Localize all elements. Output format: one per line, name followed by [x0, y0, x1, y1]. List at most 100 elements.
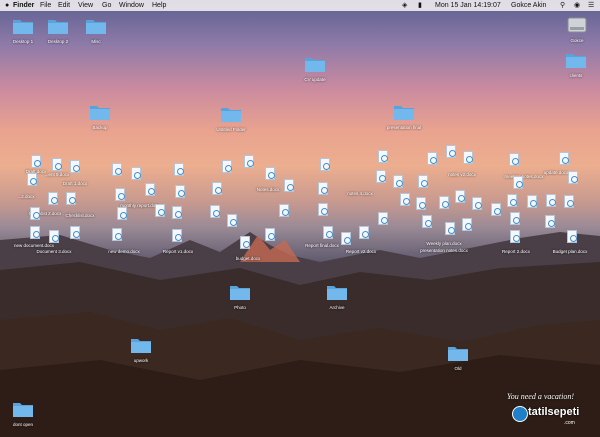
notification-icon[interactable]: ☰ — [588, 0, 594, 11]
document-icon[interactable] — [564, 195, 574, 208]
document-icon[interactable] — [52, 158, 62, 171]
document-icon[interactable] — [131, 167, 141, 180]
document-icon[interactable] — [265, 167, 275, 180]
document-icon[interactable] — [418, 175, 428, 188]
document-icon[interactable] — [567, 230, 577, 243]
document-icon[interactable] — [400, 193, 410, 206]
document-icon[interactable] — [462, 218, 472, 231]
document-icon[interactable] — [463, 151, 473, 164]
document-label: Report final.docx — [305, 243, 339, 248]
hard-disk-icon — [567, 17, 587, 33]
document-icon[interactable] — [445, 222, 455, 235]
document-icon[interactable] — [559, 152, 569, 165]
document-icon[interactable] — [510, 212, 520, 225]
document-icon[interactable] — [341, 232, 351, 245]
document-icon[interactable] — [509, 153, 519, 166]
document-icon[interactable] — [145, 183, 155, 196]
document-icon[interactable] — [446, 145, 456, 158]
document-icon[interactable] — [507, 194, 517, 207]
menu-help[interactable]: Help — [152, 0, 166, 11]
document-icon[interactable] — [318, 182, 328, 195]
document-icon[interactable] — [49, 230, 59, 243]
folder-icon — [394, 106, 414, 120]
document-icon[interactable] — [422, 215, 432, 228]
apple-menu-icon[interactable]: ● — [5, 0, 9, 11]
tatilsepeti-watermark: You need a vacation! tatilsepeti .com — [500, 390, 600, 437]
document-icon[interactable] — [527, 195, 537, 208]
document-icon[interactable] — [323, 226, 333, 239]
siri-icon[interactable]: ◉ — [574, 0, 580, 11]
document-icon[interactable] — [30, 226, 40, 239]
document-icon[interactable] — [545, 215, 555, 228]
document-icon[interactable] — [376, 170, 386, 183]
document-icon[interactable] — [222, 160, 232, 173]
folder-icon — [448, 347, 468, 361]
menu-go[interactable]: Go — [102, 0, 111, 11]
folder-icon — [327, 286, 347, 300]
document-icon[interactable] — [568, 171, 578, 184]
menu-edit[interactable]: Edit — [58, 0, 70, 11]
wifi-icon[interactable]: ◈ — [402, 0, 407, 11]
document-icon[interactable] — [265, 228, 275, 241]
document-icon[interactable] — [27, 173, 37, 186]
folder-icon — [86, 20, 106, 34]
document-icon[interactable] — [427, 152, 437, 165]
document-label: notes v2.docx — [448, 172, 476, 177]
document-icon[interactable] — [513, 176, 523, 189]
document-icon[interactable] — [155, 204, 165, 217]
document-icon[interactable] — [279, 204, 289, 217]
document-icon[interactable] — [112, 228, 122, 241]
document-icon[interactable] — [117, 207, 127, 220]
document-icon[interactable] — [70, 160, 80, 173]
document-icon[interactable] — [244, 155, 254, 168]
menu-bar: ● Finder File Edit View Go Window Help ◈… — [0, 0, 600, 11]
document-icon[interactable] — [240, 236, 250, 249]
document-icon[interactable] — [284, 179, 294, 192]
document-icon[interactable] — [172, 229, 182, 242]
document-icon[interactable] — [510, 230, 520, 243]
document-label: Budget plan.docx — [552, 249, 588, 254]
menu-app-finder[interactable]: Finder — [13, 0, 34, 11]
menu-file[interactable]: File — [40, 0, 51, 11]
menu-window[interactable]: Window — [119, 0, 144, 11]
document-label: update.docx — [543, 170, 569, 175]
battery-icon[interactable]: ▮ — [418, 0, 422, 11]
document-label: Draft 1.docx — [62, 181, 88, 186]
document-label: Weekly plan.docx — [426, 241, 462, 246]
document-icon[interactable] — [416, 197, 426, 210]
clock[interactable]: Mon 15 Jan 14:19:07 — [435, 0, 501, 11]
document-icon[interactable] — [227, 214, 237, 227]
document-label: presentation notes.docx — [420, 248, 468, 253]
document-icon[interactable] — [393, 175, 403, 188]
document-label: notes 4.docx — [347, 191, 373, 196]
document-icon[interactable] — [112, 163, 122, 176]
document-icon[interactable] — [174, 163, 184, 176]
document-icon[interactable] — [546, 194, 556, 207]
document-icon[interactable] — [70, 226, 80, 239]
document-icon[interactable] — [378, 150, 388, 163]
document-icon[interactable] — [455, 190, 465, 203]
document-icon[interactable] — [212, 182, 222, 195]
menu-view[interactable]: View — [78, 0, 93, 11]
document-icon[interactable] — [318, 203, 328, 216]
document-icon[interactable] — [31, 155, 41, 168]
folder-icon — [13, 403, 33, 417]
document-label: Report v2.docx — [345, 249, 377, 254]
document-icon[interactable] — [115, 188, 125, 201]
document-icon[interactable] — [66, 192, 76, 205]
document-icon[interactable] — [48, 192, 58, 205]
document-label: Report 2.docx — [501, 249, 531, 254]
document-icon[interactable] — [378, 212, 388, 225]
document-icon[interactable] — [491, 203, 501, 216]
document-icon[interactable] — [175, 185, 185, 198]
document-label: meeting notes.docx — [504, 174, 544, 179]
document-icon[interactable] — [472, 197, 482, 210]
document-icon[interactable] — [30, 207, 40, 220]
document-icon[interactable] — [172, 206, 182, 219]
document-icon[interactable] — [359, 226, 369, 239]
document-icon[interactable] — [320, 158, 330, 171]
document-icon[interactable] — [210, 205, 220, 218]
spotlight-icon[interactable]: ⚲ — [560, 0, 565, 11]
document-icon[interactable] — [439, 196, 449, 209]
user-menu[interactable]: Gokce Akin — [511, 0, 546, 11]
